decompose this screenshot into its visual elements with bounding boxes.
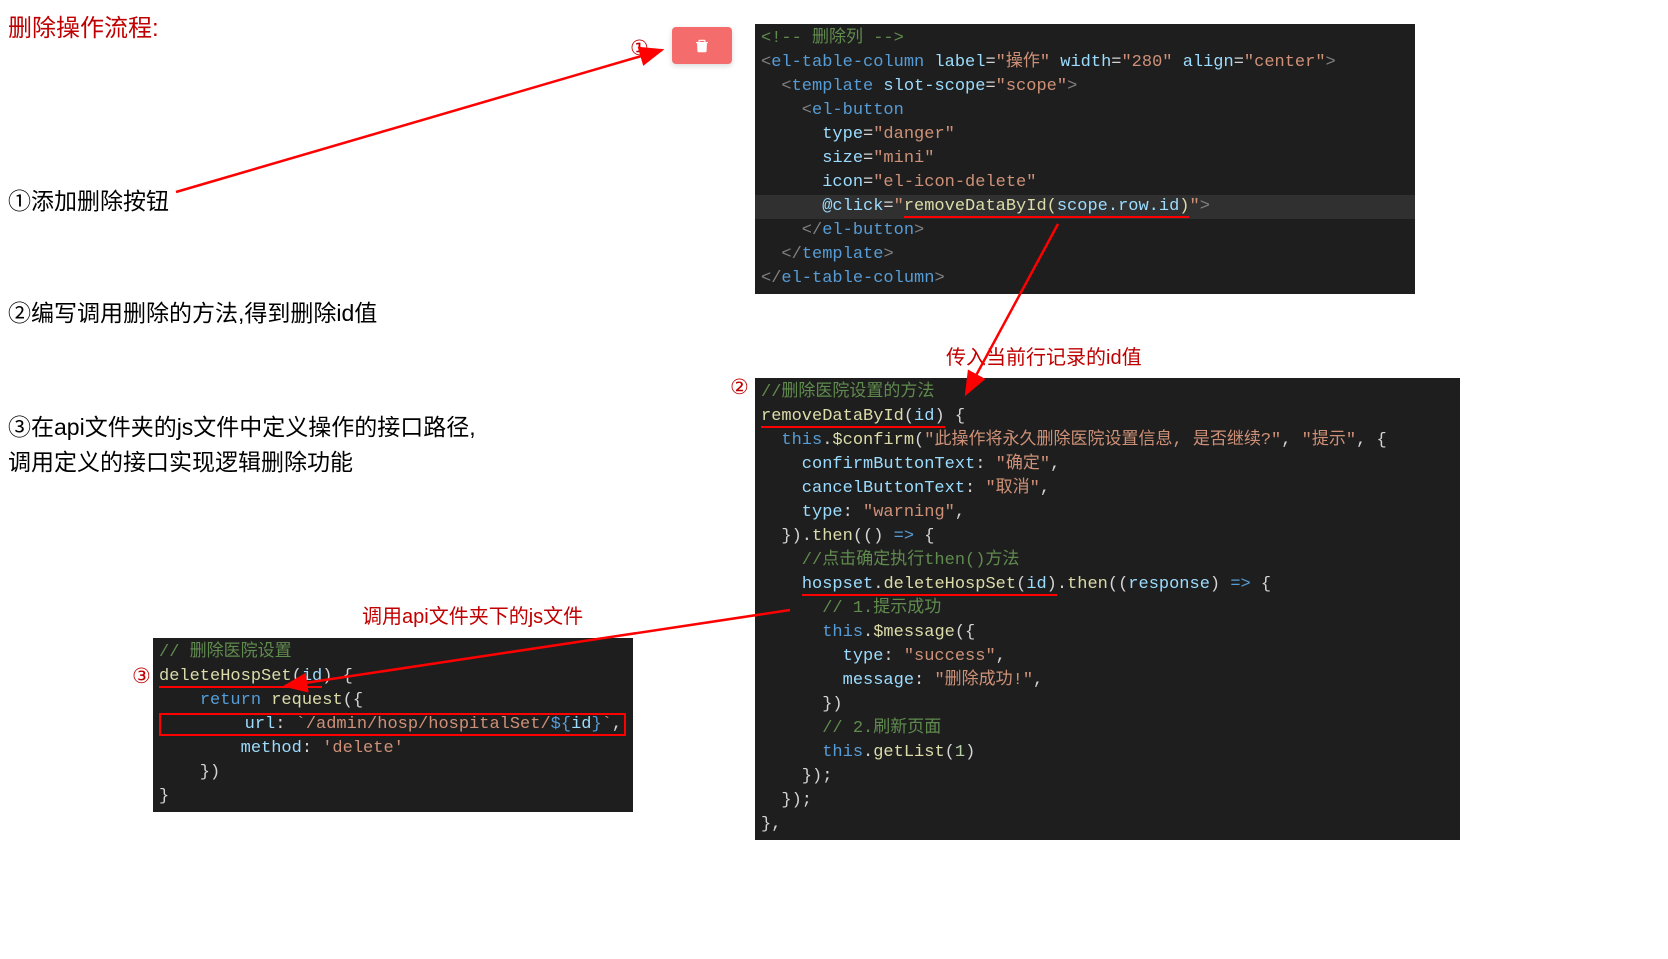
step-1-text: ①添加删除按钮 xyxy=(8,184,169,219)
badge-2: ② xyxy=(730,375,749,400)
code-block-template: <!-- 删除列 --> <el-table-column label="操作"… xyxy=(755,24,1415,294)
code-block-method: //删除医院设置的方法 removeDataById(id) { this.$c… xyxy=(755,378,1460,840)
arrow-1 xyxy=(176,50,662,192)
delete-button[interactable] xyxy=(672,27,732,64)
page-title: 删除操作流程: xyxy=(8,8,159,43)
badge-3: ③ xyxy=(132,664,151,689)
trash-icon xyxy=(694,38,710,54)
label-call-api: 调用api文件夹下的js文件 xyxy=(362,600,583,629)
step-2-text: ②编写调用删除的方法,得到删除id值 xyxy=(8,296,377,331)
code-block-api: // 删除医院设置 deleteHospSet(id) { return req… xyxy=(153,638,633,812)
label-pass-id: 传入当前行记录的id值 xyxy=(946,341,1142,370)
step-3-text: ③在api文件夹的js文件中定义操作的接口路径, 调用定义的接口实现逻辑删除功能 xyxy=(8,410,476,479)
badge-1: ① xyxy=(630,36,649,61)
